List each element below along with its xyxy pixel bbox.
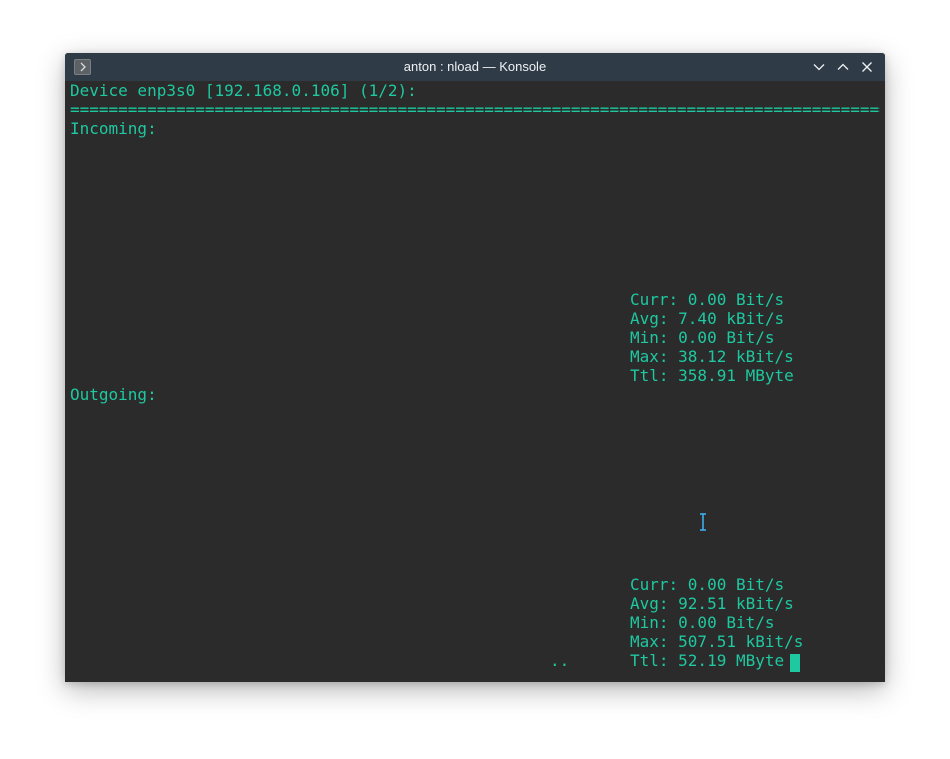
incoming-max: Max: 38.12 kBit/s [630, 347, 794, 366]
outgoing-avg: Avg: 92.51 kBit/s [630, 594, 794, 613]
outgoing-min: Min: 0.00 Bit/s [630, 613, 775, 632]
text-cursor-ibeam-icon [698, 512, 708, 532]
chevron-down-icon [813, 64, 825, 71]
window-title: anton : nload — Konsole [403, 59, 547, 74]
outgoing-graph-marks: .. [550, 651, 570, 670]
incoming-curr: Curr: 0.00 Bit/s [630, 290, 785, 309]
close-icon [862, 62, 872, 72]
close-button[interactable] [859, 59, 875, 75]
incoming-avg: Avg: 7.40 kBit/s [630, 309, 785, 328]
outgoing-label: Outgoing: [70, 385, 157, 404]
incoming-label: Incoming: [70, 119, 157, 138]
separator-line: ========================================… [70, 100, 880, 119]
window-titlebar[interactable]: anton : nload — Konsole [65, 53, 885, 81]
konsole-window: anton : nload — Konsole Device enp3s0 [1… [65, 53, 885, 682]
incoming-ttl: Ttl: 358.91 MByte [630, 366, 794, 385]
device-header: Device enp3s0 [192.168.0.106] (1/2): [70, 81, 417, 100]
minimize-button[interactable] [811, 59, 827, 75]
outgoing-curr: Curr: 0.00 Bit/s [630, 575, 785, 594]
terminal-area[interactable]: Device enp3s0 [192.168.0.106] (1/2): ===… [65, 81, 885, 682]
outgoing-max: Max: 507.51 kBit/s [630, 632, 804, 651]
outgoing-ttl: Ttl: 52.19 MByte [630, 651, 785, 670]
incoming-min: Min: 0.00 Bit/s [630, 328, 775, 347]
terminal-cursor [790, 654, 800, 672]
maximize-button[interactable] [835, 59, 851, 75]
chevron-up-icon [837, 63, 849, 70]
